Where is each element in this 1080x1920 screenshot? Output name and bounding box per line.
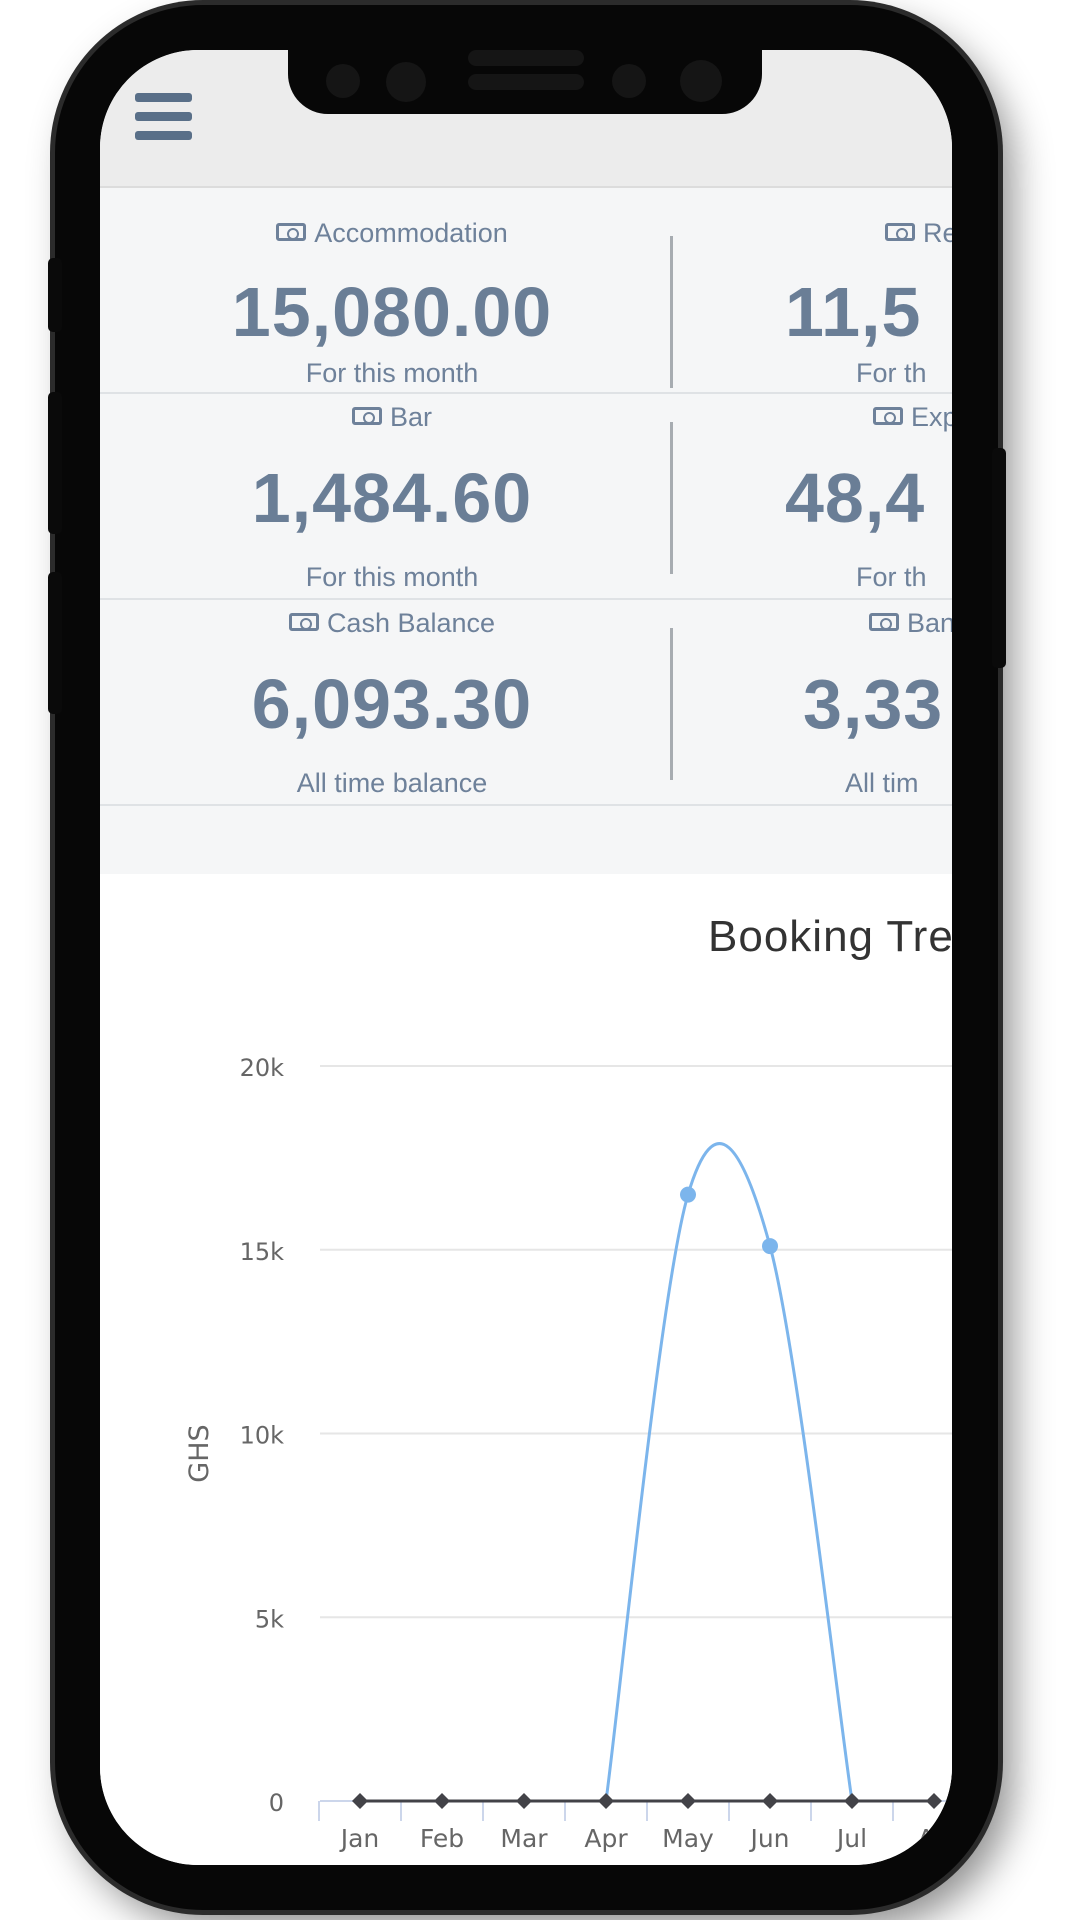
money-icon: [288, 613, 319, 631]
money-icon: [885, 223, 915, 241]
data-point-marker: [680, 1793, 696, 1809]
stats-panel: Accommodation 15,080.00 For this month R…: [100, 188, 952, 874]
stat-label-wrap: Re: [885, 218, 952, 249]
stat-label: Accommodation: [314, 218, 508, 248]
series-line: [604, 1142, 854, 1802]
stat-card: Cash Balance 6,093.30 All time balance: [190, 600, 594, 804]
phone-screen: Accommodation 15,080.00 For this month R…: [100, 50, 952, 1865]
stat-subtitle: For this month: [305, 358, 479, 388]
stat-value: 11,5: [785, 273, 922, 351]
stat-label: Bar: [389, 402, 433, 432]
stat-card: Bar 1,484.60 For this month: [190, 394, 594, 598]
stat-card: Exp 48,4 For th: [785, 394, 952, 598]
stat-subtitle: For th: [856, 358, 927, 388]
stat-label: Cash Balance: [326, 608, 496, 638]
stat-value: 3,33: [803, 665, 944, 743]
stat-value: 6,093.30: [251, 665, 533, 743]
data-point-marker: [844, 1793, 860, 1809]
money-icon: [351, 407, 382, 425]
money-icon: [869, 613, 899, 631]
mute-switch: [48, 258, 62, 332]
data-point-marker: [598, 1793, 614, 1809]
stat-divider: [670, 236, 673, 388]
stat-subtitle: For this month: [305, 562, 479, 592]
stat-card: Accommodation 15,080.00 For this month: [190, 188, 594, 392]
booking-trend-chart: Booking Tre 0 5k 10k 15k 20k Jan Feb Mar Apr May J…: [100, 874, 952, 1865]
x-tick-label: Feb: [420, 1824, 464, 1853]
data-point-marker: [680, 1186, 696, 1203]
data-point-marker: [516, 1793, 532, 1809]
money-icon: [873, 407, 903, 425]
stats-row: Cash Balance 6,093.30 All time balance B…: [100, 600, 952, 806]
stat-label-wrap: Cash Balance: [190, 608, 594, 639]
speaker-grille: [468, 74, 584, 90]
y-tick-label: 0: [269, 1789, 284, 1817]
stat-label-wrap: Accommodation: [190, 218, 594, 249]
stats-row: Accommodation 15,080.00 For this month R…: [100, 188, 952, 394]
stat-card: Ban 3,33 All tim: [785, 600, 952, 804]
sensor-dot: [326, 64, 360, 98]
stat-label-wrap: Ban: [869, 608, 952, 639]
data-point-marker: [434, 1793, 450, 1809]
x-tick-label: Au: [918, 1824, 951, 1853]
x-tick-label: Jun: [748, 1824, 789, 1853]
stat-value: 1,484.60: [251, 459, 533, 537]
stat-value: 48,4: [785, 459, 926, 537]
x-tick-label: Jul: [835, 1824, 867, 1853]
x-tick-label: Mar: [500, 1824, 548, 1853]
y-tick-label: 10k: [240, 1422, 285, 1450]
hamburger-icon[interactable]: [135, 93, 192, 140]
stat-label: Exp: [911, 402, 952, 432]
power-button: [992, 448, 1006, 668]
stat-card: Re 11,5 For th: [785, 188, 952, 392]
stat-label: Re: [923, 218, 952, 248]
stat-label-wrap: Bar: [190, 402, 594, 433]
stat-label-wrap: Exp: [873, 402, 952, 433]
speaker-grille: [468, 50, 584, 66]
stat-label: Ban: [907, 608, 952, 638]
y-tick-label: 20k: [240, 1054, 285, 1082]
volume-down-button: [48, 572, 62, 714]
front-camera: [680, 60, 722, 102]
chart-svg: 0 5k 10k 15k 20k Jan Feb Mar Apr May Jun Jul Au GHS: [184, 1054, 952, 1853]
data-point-marker: [352, 1793, 368, 1809]
stats-row: Bar 1,484.60 For this month Exp 48,4 For…: [100, 394, 952, 600]
stat-value: 15,080.00: [231, 273, 553, 351]
data-point-marker: [762, 1238, 778, 1255]
stat-subtitle: All tim: [845, 768, 919, 798]
data-point-marker: [926, 1793, 942, 1809]
y-axis-title: GHS: [184, 1424, 215, 1482]
data-point-marker: [762, 1793, 778, 1809]
x-tick-label: Apr: [584, 1824, 628, 1853]
stat-subtitle: All time balance: [296, 768, 488, 798]
sensor-dot: [386, 62, 426, 102]
stat-divider: [670, 628, 673, 780]
x-tick-label: May: [662, 1824, 714, 1853]
sensor-dot: [612, 64, 646, 98]
stat-divider: [670, 422, 673, 574]
stat-subtitle: For th: [856, 562, 927, 592]
y-tick-label: 15k: [240, 1238, 285, 1266]
y-tick-label: 5k: [255, 1605, 284, 1633]
x-tick-label: Jan: [339, 1824, 380, 1853]
volume-up-button: [48, 392, 62, 534]
phone-notch: [288, 50, 762, 114]
money-icon: [276, 223, 307, 241]
